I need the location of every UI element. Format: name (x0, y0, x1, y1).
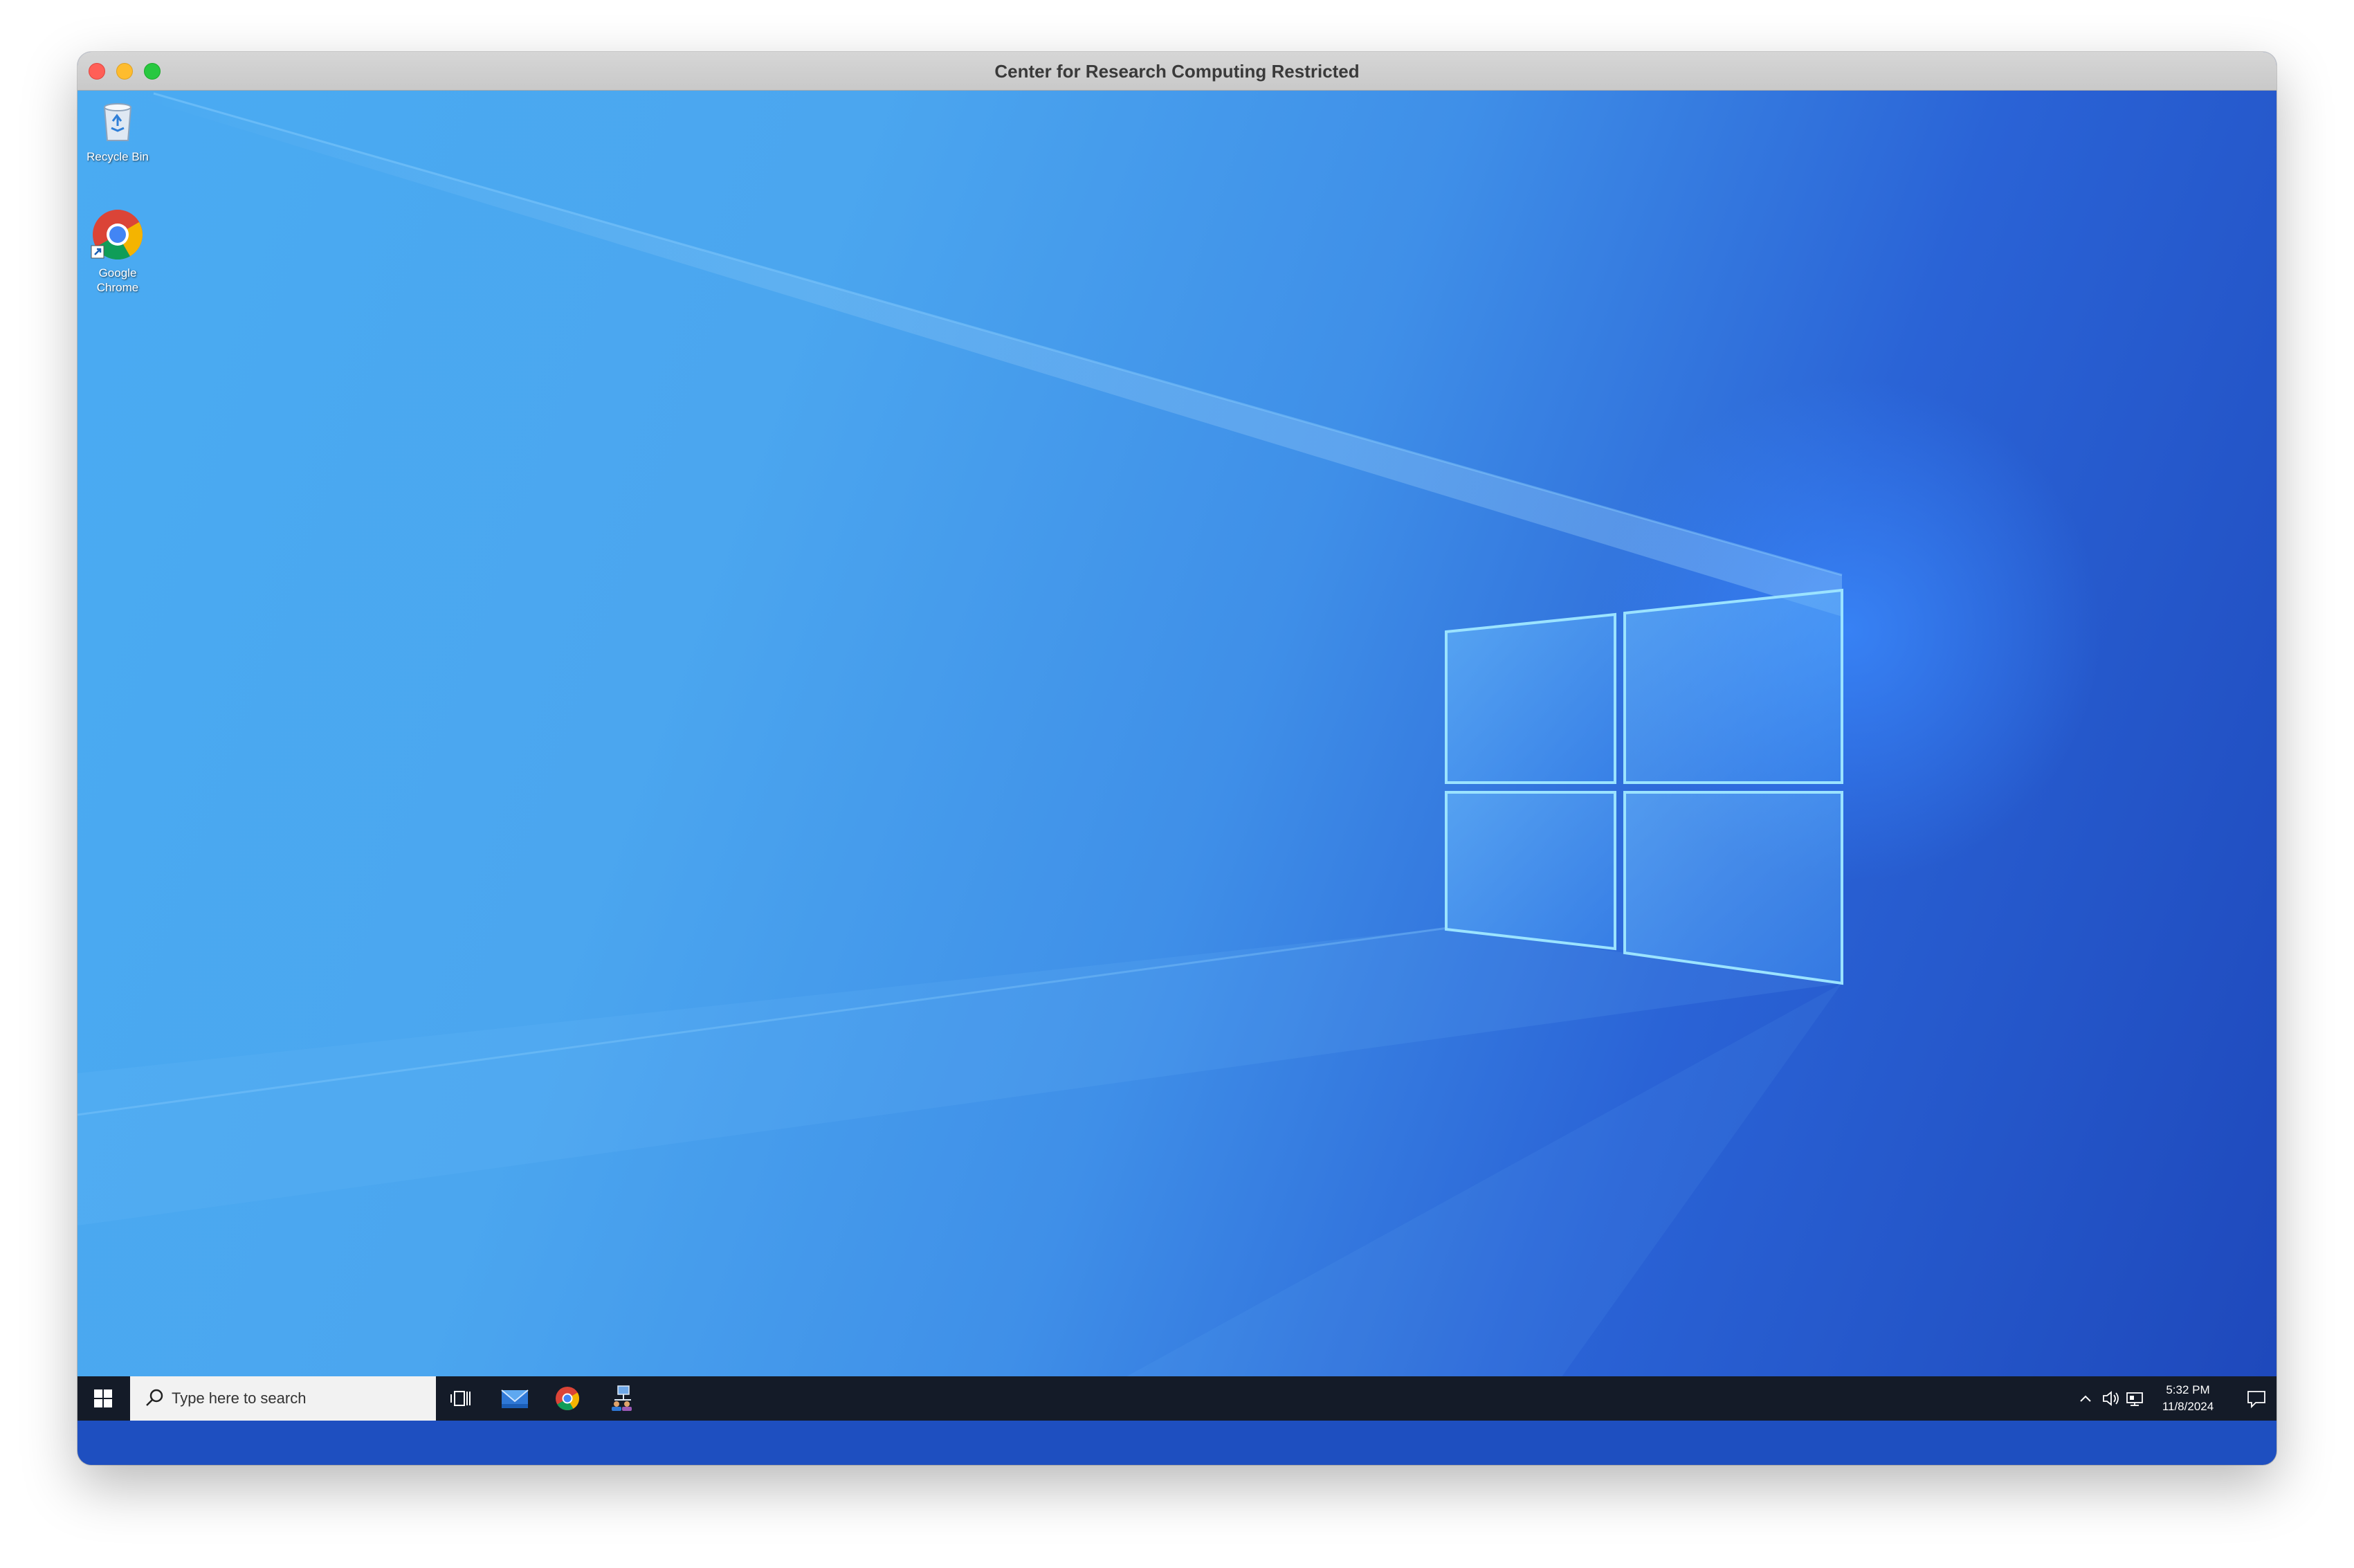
taskbar-search-box[interactable]: Type here to search (130, 1376, 436, 1421)
taskbar-clock[interactable]: 5:32 PM 11/8/2024 (2153, 1382, 2223, 1415)
search-icon (146, 1389, 163, 1406)
windows-start-icon (94, 1389, 112, 1407)
wallpaper-logo (77, 92, 1843, 1421)
show-hidden-icons-button[interactable] (2073, 1376, 2098, 1421)
network-users-button[interactable] (595, 1376, 645, 1421)
desktop-icon-label: Google Chrome (96, 266, 139, 294)
start-button[interactable] (77, 1376, 129, 1421)
notification-icon (2247, 1391, 2265, 1409)
desktop-icon-label: Recycle Bin (86, 150, 149, 163)
network-icon (2126, 1392, 2143, 1406)
recycle-bin-icon (103, 103, 132, 141)
mail-icon (501, 1389, 529, 1408)
taskbar: Type here to search 5:32 PM 11/8/2024 (77, 1376, 2277, 1421)
network-status-button[interactable] (2123, 1376, 2148, 1421)
task-view-icon (450, 1391, 471, 1406)
chrome-taskbar-button[interactable] (542, 1376, 592, 1421)
chrome-icon (91, 210, 143, 260)
desktop-icon-recycle-bin[interactable]: Recycle Bin (77, 98, 158, 164)
task-view-button[interactable] (437, 1376, 487, 1421)
desktop[interactable]: Recycle Bin Google Chrome Type here to s… (77, 91, 2277, 1421)
network-users-icon (612, 1385, 632, 1411)
search-placeholder: Type here to search (172, 1389, 307, 1407)
action-center-button[interactable] (2239, 1376, 2274, 1421)
volume-button[interactable] (2098, 1376, 2123, 1421)
clock-time: 5:32 PM (2166, 1383, 2210, 1396)
chevron-up-icon (2080, 1395, 2091, 1402)
window-titlebar[interactable]: Center for Research Computing Restricted (77, 52, 2277, 91)
window-title: Center for Research Computing Restricted (994, 61, 1360, 82)
clock-date: 11/8/2024 (2162, 1400, 2214, 1413)
chrome-icon (556, 1387, 579, 1410)
speaker-icon (2103, 1391, 2119, 1406)
desktop-icon-google-chrome[interactable]: Google Chrome (77, 207, 158, 295)
mail-button[interactable] (490, 1376, 540, 1421)
remote-desktop-window: Center for Research Computing Restricted (77, 52, 2277, 1465)
